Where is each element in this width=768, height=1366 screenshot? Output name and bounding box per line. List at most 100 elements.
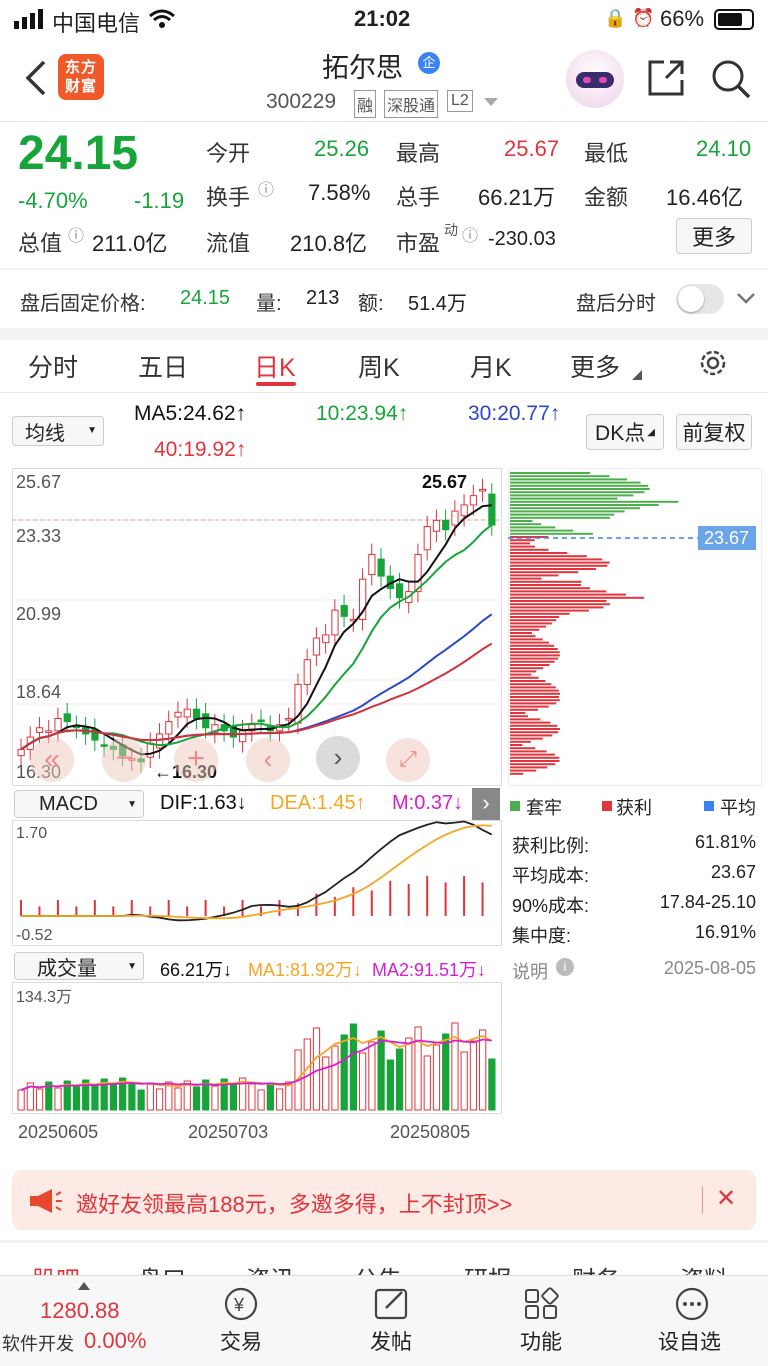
subtab-finance[interactable]: 财务 (572, 1260, 620, 1276)
chip-bar (510, 475, 610, 478)
volume-chart[interactable]: 134.3万 20250605 20250703 20250805 (12, 982, 502, 1158)
chip-bar (510, 600, 607, 602)
app-logo[interactable]: 东方财富 (58, 54, 104, 100)
step-left-icon[interactable]: ‹ (246, 738, 290, 782)
tab-monthly-k[interactable]: 月K (470, 348, 512, 384)
tab-intraday[interactable]: 分时 (28, 348, 78, 384)
candle (451, 510, 459, 526)
adjust-button[interactable]: 前复权 (676, 414, 752, 450)
nav-function[interactable]: 功能 (520, 1326, 562, 1356)
close-icon[interactable]: ✕ (716, 1184, 736, 1213)
chip-bar (510, 593, 626, 596)
chip-distribution[interactable]: 23.67 (508, 468, 762, 786)
subtab-profile[interactable]: 资料 (680, 1260, 728, 1276)
chip-bar (510, 680, 546, 682)
volume-bar (386, 1059, 394, 1111)
macd-select[interactable]: MACD ▼ (14, 790, 144, 818)
volume-select[interactable]: 成交量 ▼ (14, 952, 144, 980)
nav-trade[interactable]: 交易 (220, 1326, 262, 1356)
nav-watchlist[interactable]: 设自选 (658, 1326, 721, 1356)
volume-bar (349, 1023, 358, 1111)
volume-bar (312, 1027, 321, 1111)
info-icon[interactable]: ⓘ (462, 222, 478, 246)
chip-bar (510, 552, 568, 554)
subtab-news[interactable]: 资讯 (246, 1260, 294, 1276)
more-dots-icon[interactable] (672, 1286, 712, 1322)
chip-bar (510, 500, 679, 503)
index-pct[interactable]: 0.00% (84, 1328, 146, 1354)
stat-value: 61.81% (694, 832, 756, 852)
chip-bar (510, 520, 533, 522)
dk-point-button[interactable]: DK点 ◢ (586, 414, 664, 450)
macd-chart[interactable]: 1.70 -0.52 (12, 820, 502, 946)
zoom-out-icon[interactable]: − (102, 738, 146, 782)
candle (45, 730, 53, 733)
settings-icon[interactable] (698, 348, 728, 378)
expand-chip-icon[interactable]: › (472, 788, 500, 820)
amount-value: 16.46亿 (666, 185, 744, 210)
step-right-icon[interactable]: › (316, 736, 360, 780)
candle (35, 727, 44, 733)
chip-bar (510, 478, 628, 481)
ma-select[interactable]: 均线 ▼ (12, 416, 104, 446)
chip-bar (510, 590, 607, 593)
enterprise-badge: 企 (418, 52, 440, 74)
chip-bar (510, 747, 536, 750)
tab-daily-k[interactable]: 日K (254, 348, 296, 384)
promo-banner[interactable]: 邀好友领最高188元，多邀多得，上不封顶>> ✕ (12, 1170, 756, 1230)
chip-bar (510, 625, 547, 628)
index-name[interactable]: 软件开发 (2, 1330, 74, 1356)
scroll-left-fast-icon[interactable]: « (30, 738, 74, 782)
ai-assistant-icon[interactable] (566, 50, 624, 108)
subtab-forum[interactable]: 股吧 (32, 1260, 80, 1276)
volume-bar (211, 1085, 219, 1111)
volume-bar (137, 1089, 145, 1111)
more-button[interactable]: 更多 (676, 218, 752, 254)
legend-profit: 获利 (616, 798, 652, 818)
nav-post[interactable]: 发帖 (370, 1326, 412, 1356)
candle (479, 488, 487, 492)
tab-underline (256, 382, 296, 386)
chip-bar (510, 728, 560, 730)
info-icon[interactable]: ⓘ (258, 176, 274, 200)
index-value[interactable]: 1280.88 (40, 1298, 120, 1324)
tab-more[interactable]: 更多 (570, 348, 620, 384)
promo-text[interactable]: 邀好友领最高188元，多邀多得，上不封顶>> (76, 1187, 512, 1219)
after-hours-bar: 盘后固定价格: 24.15 量: 213 额: 51.4万 盘后分时 (0, 270, 768, 328)
volume-bar (248, 1083, 256, 1111)
bottom-bar: 1280.88 软件开发 0.00% ¥ 交易 发帖 功能 设自选 (0, 1275, 768, 1366)
after-vol: 213 (306, 287, 340, 309)
back-icon[interactable] (22, 58, 48, 98)
info-icon[interactable]: ⓘ (68, 222, 84, 246)
dk-label: DK点 (595, 422, 646, 445)
subtab-orderbook[interactable]: 盘口 (138, 1260, 186, 1276)
subtab-research[interactable]: 研报 (464, 1260, 512, 1276)
amount-label: 金额 (584, 185, 629, 210)
tab-weekly-k[interactable]: 周K (358, 348, 400, 384)
post-icon[interactable] (372, 1286, 412, 1322)
badge-l2: L2 (447, 90, 473, 112)
kline-chart[interactable]: 25.67 23.33 20.99 18.64 16.30 25.67 ←16.… (12, 468, 502, 786)
chip-bar (510, 616, 560, 618)
legend-trapped: 套牢 (526, 798, 562, 818)
candle (303, 659, 311, 685)
info-icon[interactable]: i (556, 958, 574, 976)
dropdown-icon[interactable] (484, 98, 498, 108)
function-icon[interactable] (522, 1286, 562, 1322)
share-icon[interactable] (646, 58, 686, 98)
trade-icon[interactable]: ¥ (218, 1286, 264, 1322)
high-marker: 25.67 (422, 472, 467, 492)
chevron-down-icon[interactable] (736, 292, 756, 306)
expand-icon[interactable]: ⤢ (386, 738, 430, 782)
subtab-announcements[interactable]: 公告 (354, 1260, 402, 1276)
after-minute-toggle[interactable] (676, 284, 724, 314)
alarm-icon: ⏰ (632, 8, 655, 28)
chip-bar (510, 712, 526, 714)
tab-five-day[interactable]: 五日 (138, 348, 188, 384)
chip-bar (510, 769, 537, 772)
stock-code: 300229 (266, 90, 337, 113)
note-label[interactable]: 说明 (512, 958, 548, 984)
search-icon[interactable] (710, 58, 752, 100)
candle (174, 711, 182, 718)
zoom-in-icon[interactable]: + (174, 738, 218, 782)
